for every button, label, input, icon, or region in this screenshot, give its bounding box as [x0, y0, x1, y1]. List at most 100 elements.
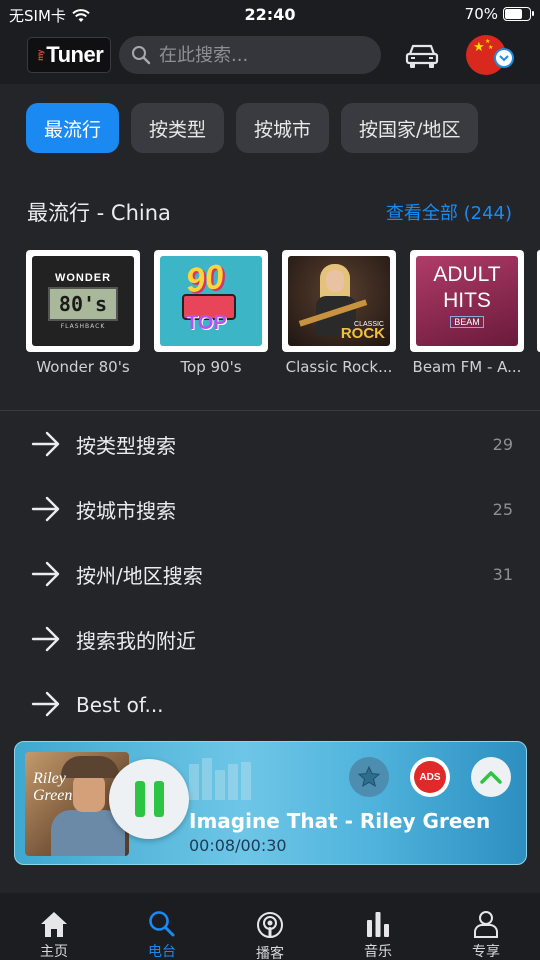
station-name: Top 90's	[180, 358, 242, 376]
browse-count: 25	[492, 500, 513, 519]
station-artwork: WONDER 80's FLASHBACK	[26, 250, 140, 352]
arrow-right-icon	[31, 626, 60, 652]
art-text: ADULT	[433, 263, 501, 286]
expand-player-button[interactable]	[471, 757, 511, 797]
tab-by-country[interactable]: 按国家/地区	[341, 103, 479, 153]
search-icon	[149, 911, 175, 937]
bottom-navigation: 主页 电台 播客 音乐 专享	[0, 893, 540, 960]
podcast-icon	[257, 912, 283, 938]
remove-ads-button[interactable]: ADS	[410, 757, 450, 797]
browse-by-state[interactable]: 按州/地区搜索 31	[0, 542, 540, 607]
equalizer-graphic	[189, 758, 251, 800]
arrow-right-icon	[31, 691, 60, 717]
music-bars-icon	[367, 912, 389, 937]
cover-text: Riley Green	[33, 770, 72, 804]
browse-count: 31	[492, 565, 513, 584]
nav-label: 主页	[40, 944, 68, 960]
carrier-info: 无SIM卡	[9, 5, 90, 26]
artwork-figure	[326, 270, 344, 292]
station-card[interactable]: CLASSIC ROCK Classic Rock...	[282, 250, 396, 376]
home-icon	[41, 912, 67, 937]
logo-prefix: my	[35, 49, 45, 61]
station-artwork: 90 TOP	[154, 250, 268, 352]
browse-label: Best of...	[76, 692, 164, 717]
art-text: ROCK	[340, 325, 385, 342]
flag-star-icon: ★	[473, 40, 485, 55]
mini-player[interactable]: Riley Green Imagine That - Riley Green 0…	[14, 741, 527, 865]
tab-most-popular[interactable]: 最流行	[26, 103, 120, 153]
star-icon	[357, 765, 381, 788]
track-title: Imagine That - Riley Green	[189, 809, 491, 833]
mytuner-logo[interactable]: my Tuner	[27, 37, 111, 73]
browse-label: 按州/地区搜索	[76, 564, 203, 588]
browse-nearby[interactable]: 搜索我的附近	[0, 607, 540, 672]
see-all-link[interactable]: 查看全部 (244)	[386, 199, 512, 225]
arrow-right-icon	[31, 561, 60, 587]
chevron-up-icon	[480, 771, 502, 784]
nav-music[interactable]: 音乐	[324, 893, 432, 960]
nav-exclusive[interactable]: 专享	[432, 893, 540, 960]
pause-button[interactable]	[109, 759, 189, 839]
nav-label: 专享	[472, 944, 500, 960]
browse-by-genre[interactable]: 按类型搜索 29	[0, 412, 540, 477]
station-card[interactable]: ADULT HITS BEAM Beam FM - A...	[410, 250, 524, 376]
browse-by-city[interactable]: 按城市搜索 25	[0, 477, 540, 542]
track-time: 00:08/00:30	[189, 836, 287, 855]
station-name: Classic Rock...	[285, 358, 393, 376]
nav-radio[interactable]: 电台	[108, 893, 216, 960]
nav-label: 播客	[256, 946, 284, 960]
station-name: Beam FM - A...	[412, 358, 522, 376]
station-artwork: CLASSIC ROCK	[282, 250, 396, 352]
cover-artist-last: Green	[33, 787, 73, 804]
favorite-button[interactable]	[349, 757, 389, 797]
browse-list: 按类型搜索 29 按城市搜索 25 按州/地区搜索 31 搜索我的附近 Best…	[0, 412, 540, 737]
nav-label: 音乐	[364, 944, 392, 960]
search-bar[interactable]	[119, 36, 381, 74]
battery-percent: 70%	[464, 5, 498, 23]
browse-label: 搜索我的附近	[76, 629, 196, 653]
artwork-figure	[73, 774, 105, 812]
search-icon	[132, 46, 151, 65]
carrier-label: 无SIM卡	[9, 7, 66, 25]
browse-best-of[interactable]: Best of...	[0, 672, 540, 737]
station-name: Wonder 80's	[36, 358, 130, 376]
station-card[interactable]: 90 TOP Top 90's	[154, 250, 268, 376]
station-carousel: WONDER 80's FLASHBACK Wonder 80's 90 TOP…	[26, 250, 524, 376]
art-text: HITS	[443, 289, 491, 312]
search-input[interactable]	[159, 44, 369, 66]
filter-tabs: 最流行 按类型 按城市 按国家/地区	[26, 103, 479, 153]
country-flag-avatar[interactable]: ★ ★ ★	[466, 35, 514, 75]
battery-icon	[503, 7, 534, 21]
browse-label: 按城市搜索	[76, 499, 176, 523]
art-text: TOP	[186, 312, 227, 334]
cover-artist-first: Riley	[33, 770, 66, 787]
art-text: BEAM	[450, 316, 484, 328]
art-text: WONDER	[54, 272, 112, 284]
app-header: my Tuner ★ ★ ★	[0, 30, 540, 84]
wifi-icon	[72, 8, 90, 22]
pause-icon	[134, 781, 145, 817]
station-artwork: ADULT HITS BEAM	[410, 250, 524, 352]
art-text: 90	[183, 257, 227, 301]
nav-podcasts[interactable]: 播客	[216, 893, 324, 960]
car-mode-icon[interactable]	[404, 42, 440, 70]
nav-label: 电台	[148, 944, 176, 960]
user-icon	[474, 911, 498, 938]
tab-by-genre[interactable]: 按类型	[131, 103, 225, 153]
ads-label: ADS	[414, 761, 446, 793]
browse-count: 29	[492, 435, 513, 454]
arrow-right-icon	[31, 431, 60, 457]
art-text: 80's	[48, 287, 118, 321]
status-bar: 无SIM卡 22:40 70%	[0, 0, 540, 30]
logo-text: Tuner	[46, 42, 104, 67]
section-divider	[0, 410, 540, 411]
pause-icon	[153, 781, 164, 817]
section-title: 最流行 - China	[27, 201, 171, 225]
chevron-down-icon	[494, 48, 514, 68]
art-text: FLASHBACK	[60, 323, 106, 330]
flag-star-icon: ★	[488, 44, 494, 51]
nav-home[interactable]: 主页	[0, 893, 108, 960]
tab-by-city[interactable]: 按城市	[236, 103, 330, 153]
station-card[interactable]: WONDER 80's FLASHBACK Wonder 80's	[26, 250, 140, 376]
arrow-right-icon	[31, 496, 60, 522]
